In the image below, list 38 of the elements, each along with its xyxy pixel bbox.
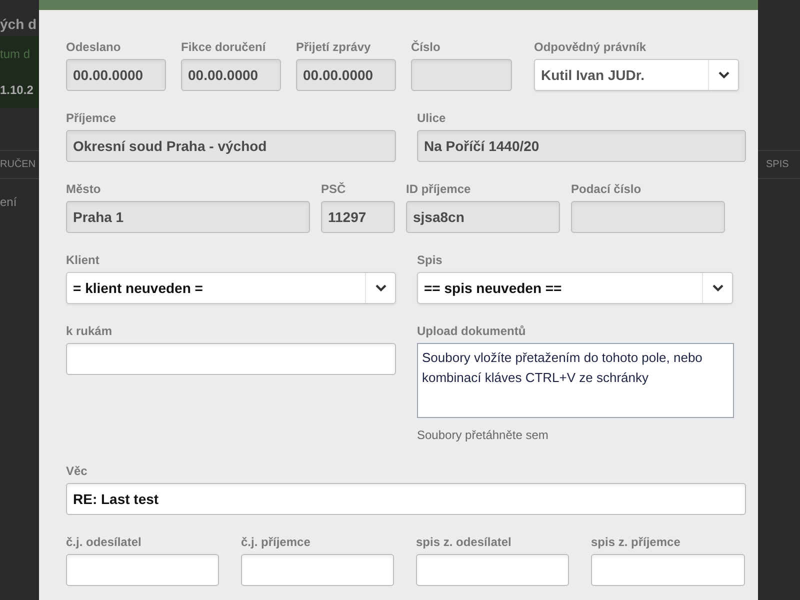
field-label: spis z. odesílatel — [416, 535, 512, 549]
field-label: Odpovědný právník — [534, 40, 648, 54]
page-heading: ých d — [0, 15, 38, 34]
input-field[interactable] — [66, 554, 219, 586]
input-field[interactable] — [416, 554, 569, 586]
input-field[interactable] — [241, 554, 394, 586]
input-field[interactable] — [66, 343, 396, 375]
column-header: SPIS — [758, 150, 800, 179]
filter-label: tum d — [0, 46, 32, 63]
field-label: PSČ — [321, 182, 347, 196]
field-label: Upload dokumentů — [417, 324, 527, 338]
dropdown-field[interactable]: == spis neuveden == — [417, 272, 733, 304]
field-label: Číslo — [411, 40, 442, 54]
chevron-down-icon — [718, 71, 730, 79]
chevron-down-icon — [374, 284, 386, 292]
field-label: Přijetí zprávy — [296, 40, 372, 54]
field-label: č.j. odesílatel — [66, 535, 142, 549]
input-field[interactable] — [591, 554, 745, 586]
field-label: Podací číslo — [571, 182, 642, 196]
field-label: Příjemce — [66, 111, 118, 125]
field-label: Věc — [66, 464, 88, 478]
field-label: k rukám — [66, 324, 114, 338]
upload-hint: Soubory přetáhněte sem — [417, 427, 550, 444]
field-label: Město — [66, 182, 102, 196]
field-label: spis z. příjemce — [591, 535, 682, 549]
table-cell-text: ení — [0, 194, 18, 211]
field-label: Fikce doručení — [181, 40, 267, 54]
field-label: Odeslano — [66, 40, 122, 54]
upload-drop-area[interactable]: Soubory vložíte přetažením do tohoto pole, nebo kombinací kláves CTRL+V ze schránky — [417, 343, 734, 418]
field-label: Spis — [417, 253, 444, 267]
field-label: Ulice — [417, 111, 447, 125]
date-value: 1.10.2 — [0, 82, 34, 99]
field-label: Klient — [66, 253, 100, 267]
dropdown-field[interactable]: = klient neuveden = — [66, 272, 396, 304]
field-label: ID příjemce — [406, 182, 472, 196]
field-label: č.j. příjemce — [241, 535, 312, 549]
chevron-down-icon — [712, 284, 724, 292]
input-field[interactable]: RE: Last test — [66, 483, 746, 515]
